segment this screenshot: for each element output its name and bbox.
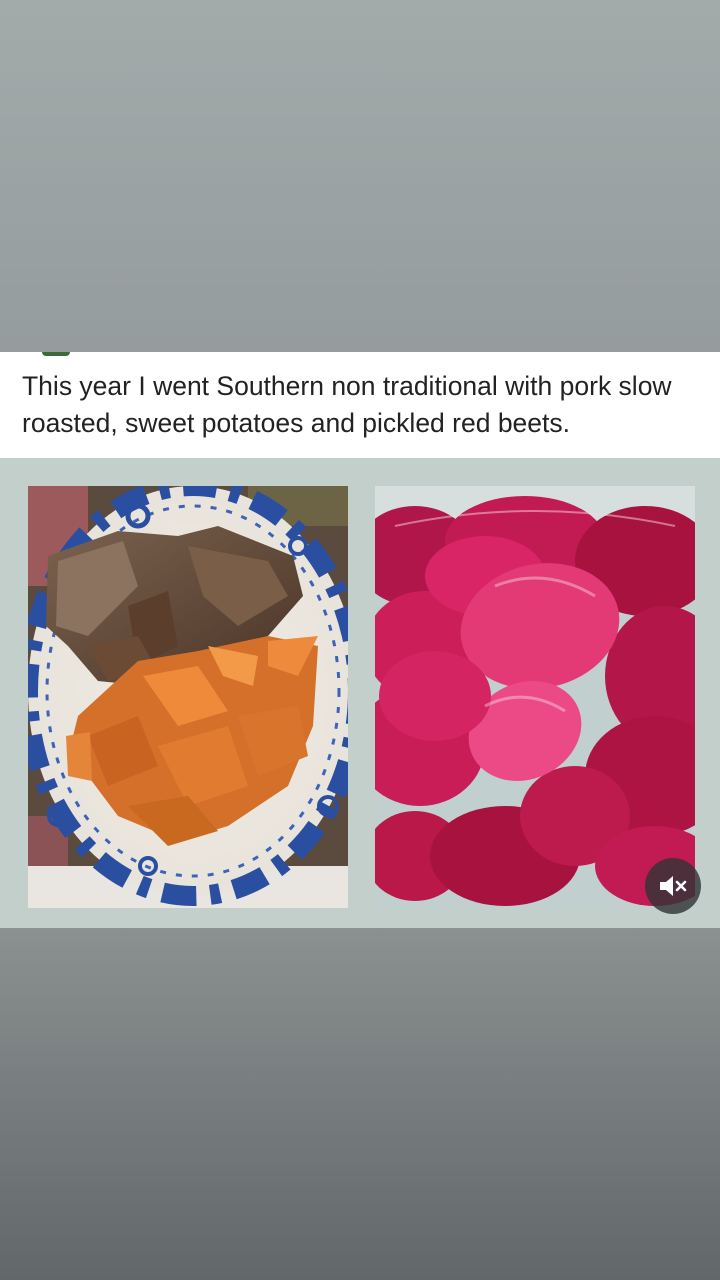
author-avatar: [42, 352, 70, 356]
mute-toggle-button[interactable]: [645, 858, 701, 914]
speaker-muted-icon: [660, 876, 687, 896]
story-background-top: [0, 0, 720, 352]
post-image-panel: [0, 458, 720, 928]
pickled-beets-photo[interactable]: [375, 486, 695, 908]
story-background-bottom: [0, 928, 720, 1280]
pork-sweet-potato-photo[interactable]: [28, 486, 348, 908]
post-caption: This year I went Southern non traditiona…: [22, 371, 672, 438]
shared-post-card[interactable]: This year I went Southern non traditiona…: [0, 352, 720, 928]
